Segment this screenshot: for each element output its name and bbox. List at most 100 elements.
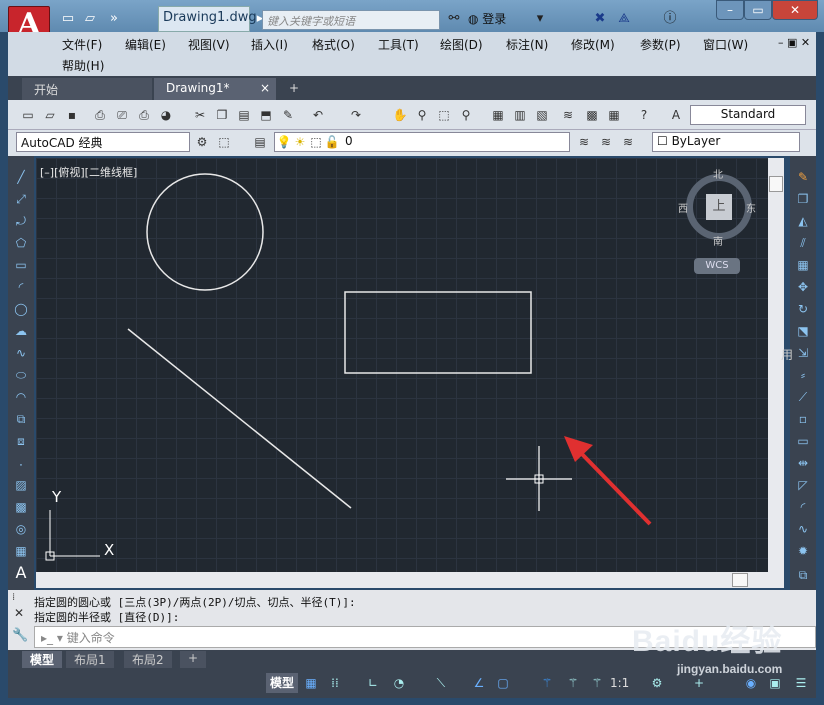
text-style-select[interactable]: Standard (690, 105, 806, 125)
menu-modify[interactable]: 修改(M) (571, 36, 615, 53)
point-icon[interactable]: ⸳ (12, 454, 30, 472)
add-layout-button[interactable]: + (180, 651, 207, 668)
design-center-icon[interactable]: ▥ (512, 107, 528, 123)
drawing-canvas[interactable]: [–][俯视][二维线框] Y X 上 北 南 西 东 WCS (36, 158, 768, 572)
region-icon[interactable]: ◎ (12, 520, 30, 538)
explode-icon[interactable]: ✹ (794, 542, 812, 560)
a360-icon[interactable]: ⟁ (614, 10, 634, 28)
viewcube-west[interactable]: 西 (678, 200, 688, 215)
close-button[interactable]: ✕ (772, 0, 818, 20)
sheet-set-icon[interactable]: ≋ (560, 107, 576, 123)
workspace-select[interactable]: AutoCAD 经典 (16, 132, 190, 152)
spline-icon[interactable]: ∿ (12, 344, 30, 362)
annotation-visibility-icon[interactable]: ⚚ (538, 674, 556, 692)
scale-icon[interactable]: ⬔ (794, 322, 812, 340)
zoom-window-icon[interactable]: ⬚ (436, 107, 452, 123)
fillet-icon[interactable]: ◜ (794, 498, 812, 516)
maximize-button[interactable]: ▭ (744, 0, 772, 20)
close-command-icon[interactable]: ✕ (14, 606, 24, 620)
auto-scale-icon[interactable]: ⚚ (564, 674, 582, 692)
login-button[interactable]: ◍ 登录 (468, 10, 528, 30)
menu-window-controls[interactable]: – ▣ ✕ (778, 36, 810, 49)
save-icon[interactable]: ▪ (64, 107, 80, 123)
object-snap-icon[interactable]: ▢ (494, 674, 512, 692)
polygon-icon[interactable]: ⬠ (12, 234, 30, 252)
help-icon[interactable]: ? (636, 107, 652, 123)
model-space-button[interactable]: 模型 (266, 673, 298, 693)
gradient-icon[interactable]: ▩ (12, 498, 30, 516)
toolbar-options-icon[interactable]: ⧉ (794, 566, 812, 584)
match-properties-icon[interactable]: ⬒ (258, 107, 274, 123)
rotate-icon[interactable]: ↻ (794, 300, 812, 318)
viewcube[interactable]: 上 北 南 西 东 (678, 166, 760, 248)
viewcube-top-face[interactable]: 上 (706, 194, 732, 220)
menu-format[interactable]: 格式(O) (312, 36, 355, 53)
layer-previous-icon[interactable]: ≋ (598, 134, 614, 150)
viewcube-north[interactable]: 北 (713, 166, 723, 181)
make-block-icon[interactable]: ⧈ (12, 432, 30, 450)
vertical-scrollbar[interactable] (768, 158, 784, 572)
add-icon[interactable]: + (690, 674, 708, 692)
construction-line-icon[interactable]: ⤢ (12, 190, 30, 208)
print-icon[interactable]: ⎙ (92, 107, 108, 123)
redo-icon[interactable]: ↷ (348, 107, 364, 123)
exchange-x-icon[interactable]: ✖ (590, 10, 610, 28)
tab-layout1[interactable]: 布局1 (66, 651, 114, 668)
break-at-point-icon[interactable]: ▫ (794, 410, 812, 428)
ortho-icon[interactable]: ∟ (364, 674, 382, 692)
break-icon[interactable]: ▭ (794, 432, 812, 450)
undo-icon[interactable]: ↶ (310, 107, 326, 123)
menu-window[interactable]: 窗口(W) (703, 36, 748, 53)
table-icon[interactable]: ▦ (12, 542, 30, 560)
multiline-text-icon[interactable]: A (12, 564, 30, 582)
copy-icon[interactable]: ❐ (214, 107, 230, 123)
hatch-icon[interactable]: ▨ (12, 476, 30, 494)
polyline-icon[interactable]: ⤾ (12, 212, 30, 230)
grip-icon[interactable]: ⁞ (12, 592, 15, 603)
arc-icon[interactable]: ◜ (12, 278, 30, 296)
command-prompt-icon[interactable]: ▸_ ▾ (41, 631, 67, 645)
document-title-tab[interactable]: Drawing1.dwg (158, 6, 257, 32)
menu-tools[interactable]: 工具(T) (378, 36, 419, 53)
revision-cloud-icon[interactable]: ☁ (12, 322, 30, 340)
layer-properties-icon[interactable]: ▤ (252, 134, 268, 150)
extend-icon[interactable]: ⟋ (794, 388, 812, 406)
new-icon[interactable]: ▭ (20, 107, 36, 123)
horizontal-scrollbar[interactable] (36, 572, 784, 588)
workspace-settings-icon[interactable]: ⬚ (216, 134, 232, 150)
viewcube-east[interactable]: 东 (746, 200, 756, 215)
pan-icon[interactable]: ✋ (392, 107, 408, 123)
stretch-icon[interactable]: ⇲ (794, 344, 812, 362)
search-input[interactable]: 键入关键字或短语 (262, 10, 440, 30)
text-style-icon[interactable]: A (668, 107, 684, 123)
render-icon[interactable]: ◕ (158, 107, 174, 123)
offset-icon[interactable]: ⫽ (794, 234, 812, 252)
block-editor-icon[interactable]: ✎ (280, 107, 296, 123)
array-icon[interactable]: ▦ (794, 256, 812, 274)
gear-icon[interactable]: ⚙ (194, 134, 210, 150)
move-icon[interactable]: ✥ (794, 278, 812, 296)
isodraft-icon[interactable]: ∠ (470, 674, 488, 692)
tab-start[interactable]: 开始 (22, 78, 152, 100)
markup-icon[interactable]: ▩ (584, 107, 600, 123)
open-file-icon[interactable]: ▱ (80, 10, 100, 28)
cut-icon[interactable]: ✂ (192, 107, 208, 123)
color-select[interactable]: ☐ ByLayer (652, 132, 800, 152)
new-tab-button[interactable]: + (284, 78, 306, 100)
isolate-objects-icon[interactable]: ◉ (742, 674, 760, 692)
tab-model[interactable]: 模型 (22, 651, 63, 668)
erase-icon[interactable]: ✎ (794, 168, 812, 186)
menu-view[interactable]: 视图(V) (188, 36, 230, 53)
tab-layout2[interactable]: 布局2 (124, 651, 172, 668)
horizontal-scroll-thumb[interactable] (732, 573, 748, 587)
blend-curves-icon[interactable]: ∿ (794, 520, 812, 538)
snap-mode-icon[interactable]: ⁞⁞ (326, 674, 344, 692)
menu-file[interactable]: 文件(F) (62, 36, 102, 53)
menu-help[interactable]: 帮助(H) (62, 57, 104, 74)
line-icon[interactable]: ╱ (12, 168, 30, 186)
polar-tracking-icon[interactable]: ◔ (390, 674, 408, 692)
scale-value[interactable]: 1:1 (610, 676, 629, 690)
quick-access-more-icon[interactable]: » (104, 10, 124, 28)
wcs-menu-button[interactable]: WCS (694, 258, 740, 274)
open-icon[interactable]: ▱ (42, 107, 58, 123)
